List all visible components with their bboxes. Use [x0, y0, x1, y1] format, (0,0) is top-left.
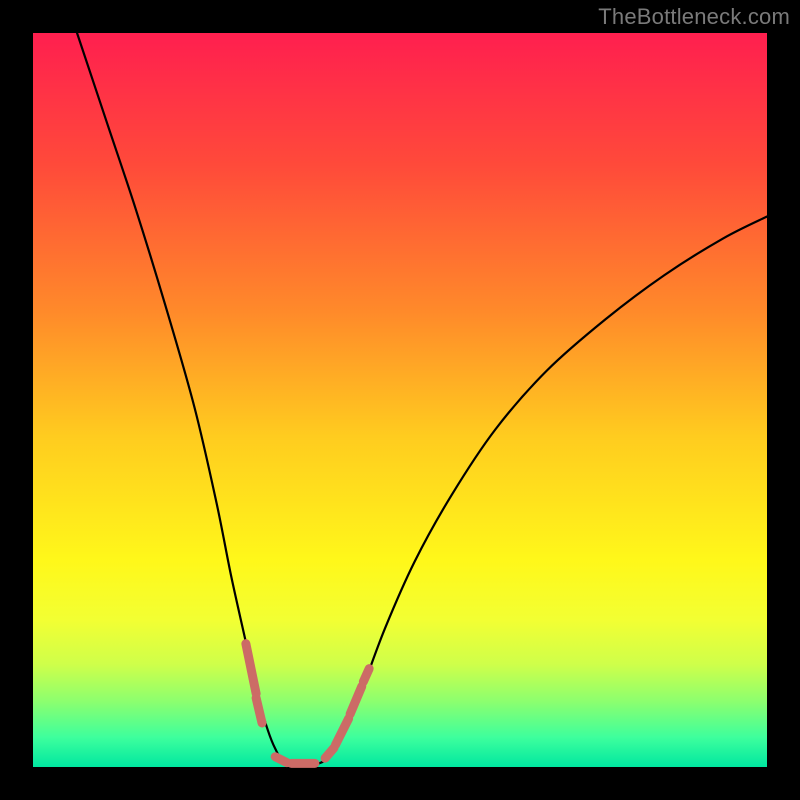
threshold-marker-segment: [275, 757, 287, 763]
attribution-text: TheBottleneck.com: [598, 4, 790, 30]
plot-background: [33, 33, 767, 767]
chart-container: TheBottleneck.com: [0, 0, 800, 800]
threshold-marker-segment: [363, 669, 369, 682]
threshold-marker-segment: [256, 698, 262, 723]
bottleneck-chart: [0, 0, 800, 800]
